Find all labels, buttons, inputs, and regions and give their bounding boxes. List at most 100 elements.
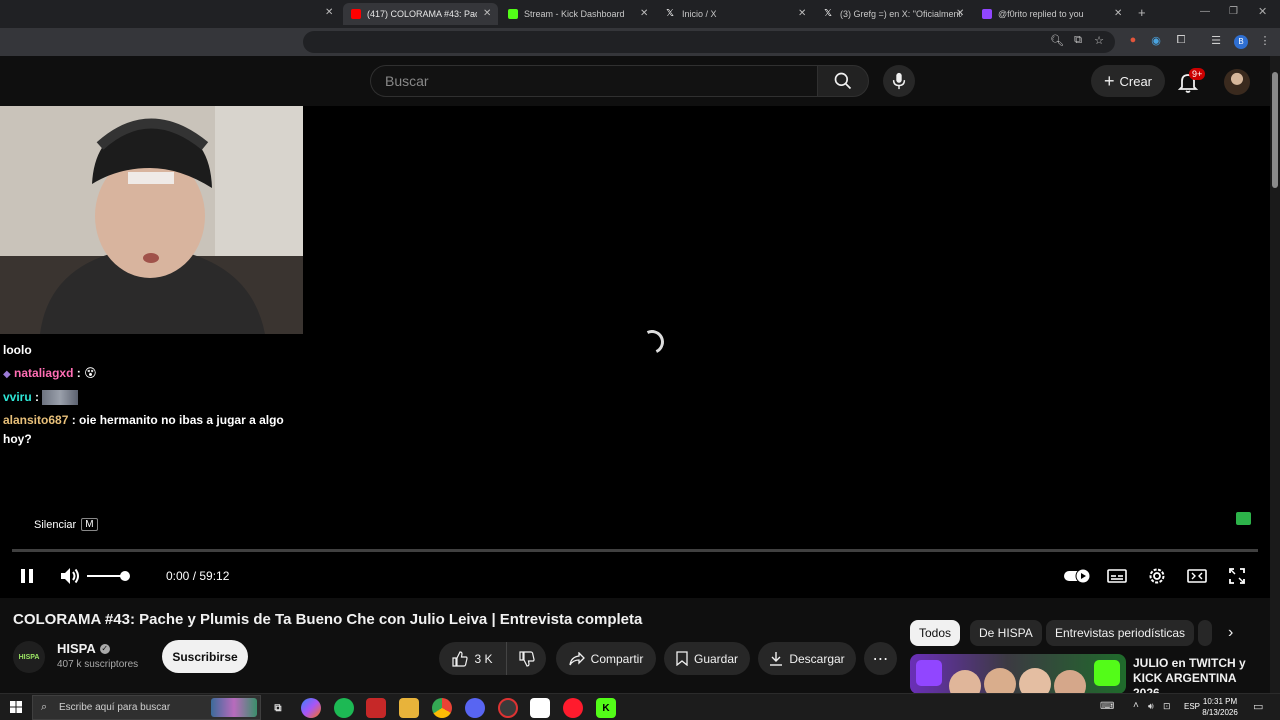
create-label: Crear (1119, 73, 1153, 89)
emote-image (42, 390, 79, 406)
fullscreen-icon (1229, 568, 1245, 584)
keyboard-icon[interactable]: ⌨ (1100, 701, 1114, 712)
task-view-icon[interactable]: ⧉ (268, 698, 288, 718)
close-window-icon[interactable]: ✕ (1258, 5, 1267, 18)
dislike-button[interactable] (506, 642, 546, 675)
chip-de-hispa[interactable]: De HISPA (970, 620, 1042, 646)
search-box (370, 65, 818, 97)
video-player[interactable]: loolo ◆ nataliagxd : 😵 vviru : alansito6… (0, 106, 1270, 598)
windows-start-icon[interactable] (10, 701, 22, 713)
discord-icon[interactable] (465, 698, 485, 718)
chat-message: ◆ nataliagxd : 😵 (3, 364, 298, 384)
bookmark-star-icon[interactable]: ☆ (1092, 34, 1106, 47)
extensions-puzzle-icon[interactable]: ⧠ (1174, 34, 1188, 47)
share-button[interactable]: Compartir (556, 642, 656, 675)
share-label: Compartir (590, 651, 644, 666)
tab-kick-dashboard[interactable]: Stream - Kick Dashboard ✕ (500, 3, 657, 25)
tab-title: (3) Grefg =) en X: "Oficialmente (840, 9, 962, 19)
webcam-image (0, 106, 303, 334)
install-app-icon[interactable]: ⧉ (1071, 34, 1085, 47)
mute-button[interactable] (58, 566, 82, 586)
chip-todos[interactable]: Todos (910, 620, 961, 646)
current-time: 0:00 (166, 569, 190, 583)
fullscreen-button[interactable] (1226, 566, 1248, 586)
tooltip-shortcut-key: M (81, 518, 98, 531)
account-avatar[interactable] (1224, 69, 1250, 95)
create-button[interactable]: + Crear (1091, 65, 1165, 97)
plus-icon: + (1103, 71, 1115, 91)
chat-message: alansito687 : oie hermanito no ibas a ju… (3, 411, 298, 449)
save-button[interactable]: Guardar (664, 642, 750, 675)
extension-icon[interactable]: ◉ (1149, 34, 1163, 47)
subscriber-count: 407 k suscriptores (57, 659, 139, 670)
volume-tray-icon[interactable]: 🔊︎ (1148, 701, 1154, 712)
chips-next-chevron-icon[interactable]: › (1228, 624, 1233, 642)
new-tab-button[interactable]: + (1138, 5, 1146, 20)
restore-window-icon[interactable]: ❐ (1229, 6, 1238, 17)
voice-search-button[interactable] (883, 65, 915, 97)
autoplay-toggle-icon (1064, 568, 1091, 584)
download-button[interactable]: Descargar (758, 642, 856, 675)
channel-watermark-icon[interactable] (1236, 512, 1251, 525)
network-icon[interactable]: ⊡ (1163, 701, 1171, 712)
tab-x-inicio[interactable]: 𝕏 Inicio / X ✕ (658, 3, 815, 25)
close-tab-icon[interactable]: ✕ (798, 8, 806, 19)
zoom-icon[interactable]: 🔍︎ (1050, 34, 1064, 47)
settings-button[interactable] (1146, 566, 1168, 586)
time-display: 0:00 / 59:12 (166, 569, 229, 583)
spotify-icon[interactable] (334, 698, 354, 718)
tab-x-grefg[interactable]: 𝕏 (3) Grefg =) en X: "Oficialmente ✕ (816, 3, 973, 25)
minimize-window-icon[interactable]: — (1200, 6, 1210, 17)
more-actions-button[interactable]: ⋯ (864, 642, 897, 675)
channel-name-link[interactable]: HISPA ✓ (57, 641, 110, 656)
recommended-video-thumbnail[interactable] (910, 654, 1126, 694)
subscribe-button[interactable]: Suscribirse (162, 640, 248, 673)
tab-title: Stream - Kick Dashboard (524, 9, 625, 19)
gear-icon (1149, 568, 1165, 584)
clock-date: 8/13/2026 (1202, 708, 1238, 717)
address-bar[interactable] (303, 31, 1115, 53)
chrome-icon[interactable] (432, 698, 452, 718)
page-scrollbar[interactable] (1270, 56, 1280, 693)
chip-partial[interactable] (1198, 620, 1212, 646)
channel-avatar[interactable]: HISPA (13, 641, 45, 673)
app-icon[interactable] (530, 698, 550, 718)
taskbar-clock[interactable]: 10:31 PM 8/13/2026 (1196, 696, 1244, 718)
theater-mode-button[interactable] (1186, 566, 1208, 586)
opera-icon[interactable] (563, 698, 583, 718)
progress-bar[interactable] (12, 549, 1258, 552)
search-button[interactable] (817, 65, 869, 97)
close-tab-icon[interactable]: ✕ (325, 7, 333, 18)
autoplay-toggle[interactable] (1063, 566, 1091, 586)
subtitles-button[interactable] (1106, 566, 1128, 586)
scrollbar-thumb[interactable] (1272, 72, 1278, 188)
close-tab-icon[interactable]: ✕ (483, 8, 491, 19)
like-button[interactable]: 3 K (439, 642, 506, 675)
obs-icon[interactable] (498, 698, 518, 718)
extension-icon[interactable]: ● (1126, 34, 1140, 46)
kick-icon[interactable]: K (596, 698, 616, 718)
close-tab-icon[interactable]: ✕ (640, 8, 648, 19)
tab-youtube-video[interactable]: (417) COLORAMA #43: Pache y ✕ (343, 3, 498, 25)
video-editor-icon[interactable] (366, 698, 386, 718)
search-input[interactable] (371, 66, 818, 96)
profile-avatar[interactable]: B (1234, 35, 1248, 49)
media-controls-icon[interactable]: ☰ (1209, 34, 1223, 47)
emote: 😵 (84, 366, 97, 380)
taskbar-search-box[interactable]: ⌕ Escribe aquí para buscar (32, 695, 261, 720)
volume-slider-handle[interactable] (120, 571, 130, 581)
tray-chevron-icon[interactable]: ˄ (1133, 700, 1139, 711)
file-explorer-icon[interactable] (399, 698, 419, 718)
chat-username: vviru (3, 390, 32, 404)
browser-menu-icon[interactable]: ⋮ (1258, 34, 1272, 47)
copilot-icon[interactable] (301, 698, 321, 718)
thumbnail-image (916, 660, 1120, 694)
pause-button[interactable] (18, 566, 36, 586)
mute-tooltip: Silenciar M (34, 518, 98, 531)
notification-center-icon[interactable]: ▭ (1253, 700, 1263, 713)
chip-entrevistas-periodisticas[interactable]: Entrevistas periodísticas (1046, 620, 1195, 646)
browser-toolbar: 🔍︎ ⧉ ☆ ● ◉ ⧠ ☰ B ⋮ (0, 28, 1280, 56)
close-tab-icon[interactable]: ✕ (956, 8, 964, 19)
close-tab-icon[interactable]: ✕ (1114, 8, 1122, 19)
tab-twitch-notification[interactable]: @f0rito replied to you ✕ (974, 3, 1131, 25)
